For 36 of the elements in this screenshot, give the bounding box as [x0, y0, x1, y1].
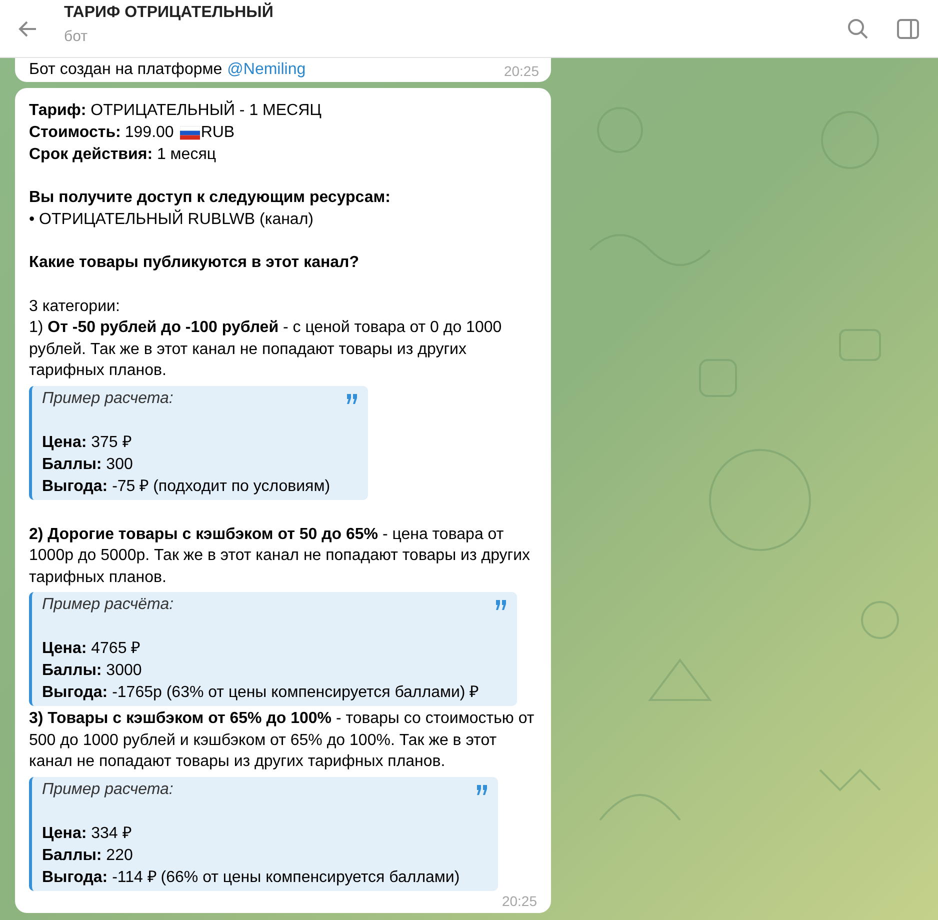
message-heading: Какие товары публикуются в этот канал? [29, 253, 360, 273]
sidebar-toggle-icon[interactable] [896, 16, 920, 40]
message-text: Бот создан на платформе [29, 61, 222, 78]
chat-subtitle: бот [64, 28, 88, 45]
quote-line: Баллы: 220 [42, 846, 134, 866]
quote-line: Цена: 375 ₽ [42, 432, 132, 452]
quote-line: Баллы: 300 [42, 454, 134, 474]
quote-icon [346, 394, 358, 404]
message-text: 3) Товары с кэшбэком от 65% до 100% - товары со стоимостью от 500 до 1000 рублей и кэшбэком от 65% до 100%. Так же в этот канал не попадают товары из других тарифных планов. [29, 709, 536, 772]
quote-title: Пример расчёта: [42, 595, 175, 615]
message-text: 3 категории: [29, 296, 121, 316]
message-text: Срок действия: 1 месяц [29, 144, 218, 164]
quote-icon [494, 600, 507, 610]
price-amount: 199.00 [124, 122, 174, 142]
chat-title: ТАРИФ ОТРИЦАТЕЛЬНЫЙ [64, 4, 274, 22]
username-link[interactable]: @Nemiling [227, 61, 306, 78]
price-label: Стоимость: [29, 122, 121, 142]
quote-line: Выгода: -1765р (63% от цены компенсируется баллами) ₽ [42, 683, 479, 703]
message-time: 20:25 [502, 892, 537, 908]
quote-line: Выгода: -75 ₽ (подходит по условиям) [42, 476, 330, 496]
quote-line: Выгода: -114 ₽ (66% от цены компенсируется баллами) [42, 868, 460, 888]
quote-line: Цена: 4765 ₽ [42, 639, 142, 659]
quote-icon [476, 784, 488, 794]
search-icon[interactable] [846, 16, 870, 40]
message-text: Тариф: ОТРИЦАТЕЛЬНЫЙ - 1 МЕСЯЦ [29, 100, 322, 121]
message-text: • ОТРИЦАТЕЛЬНЫЙ RUBLWB (канал) [29, 208, 314, 230]
price-currency: RUB [200, 122, 235, 142]
message-time: 20:25 [504, 63, 539, 79]
flag-icon [180, 126, 200, 140]
message-text: 2) Дорогие товары с кэшбэком от 50 до 65% - цена товара от 1000р до 5000р. Так же в этот канал не попадают товары из других тарифных планов. [29, 524, 532, 588]
quote-line: Баллы: 3000 [42, 661, 143, 681]
quote-title: Пример расчета: [42, 388, 174, 408]
quote-title: Пример расчета: [42, 780, 174, 800]
message-heading: Вы получите доступ к следующим ресурсам: [29, 188, 392, 208]
quote-line: Цена: 334 ₽ [42, 824, 132, 844]
message-text: 1) От -50 рублей до -100 рублей - с ценой товара от 0 до 1000 рублей. Так же в этот канал не попадают товары из других тарифных планов. [29, 318, 503, 381]
